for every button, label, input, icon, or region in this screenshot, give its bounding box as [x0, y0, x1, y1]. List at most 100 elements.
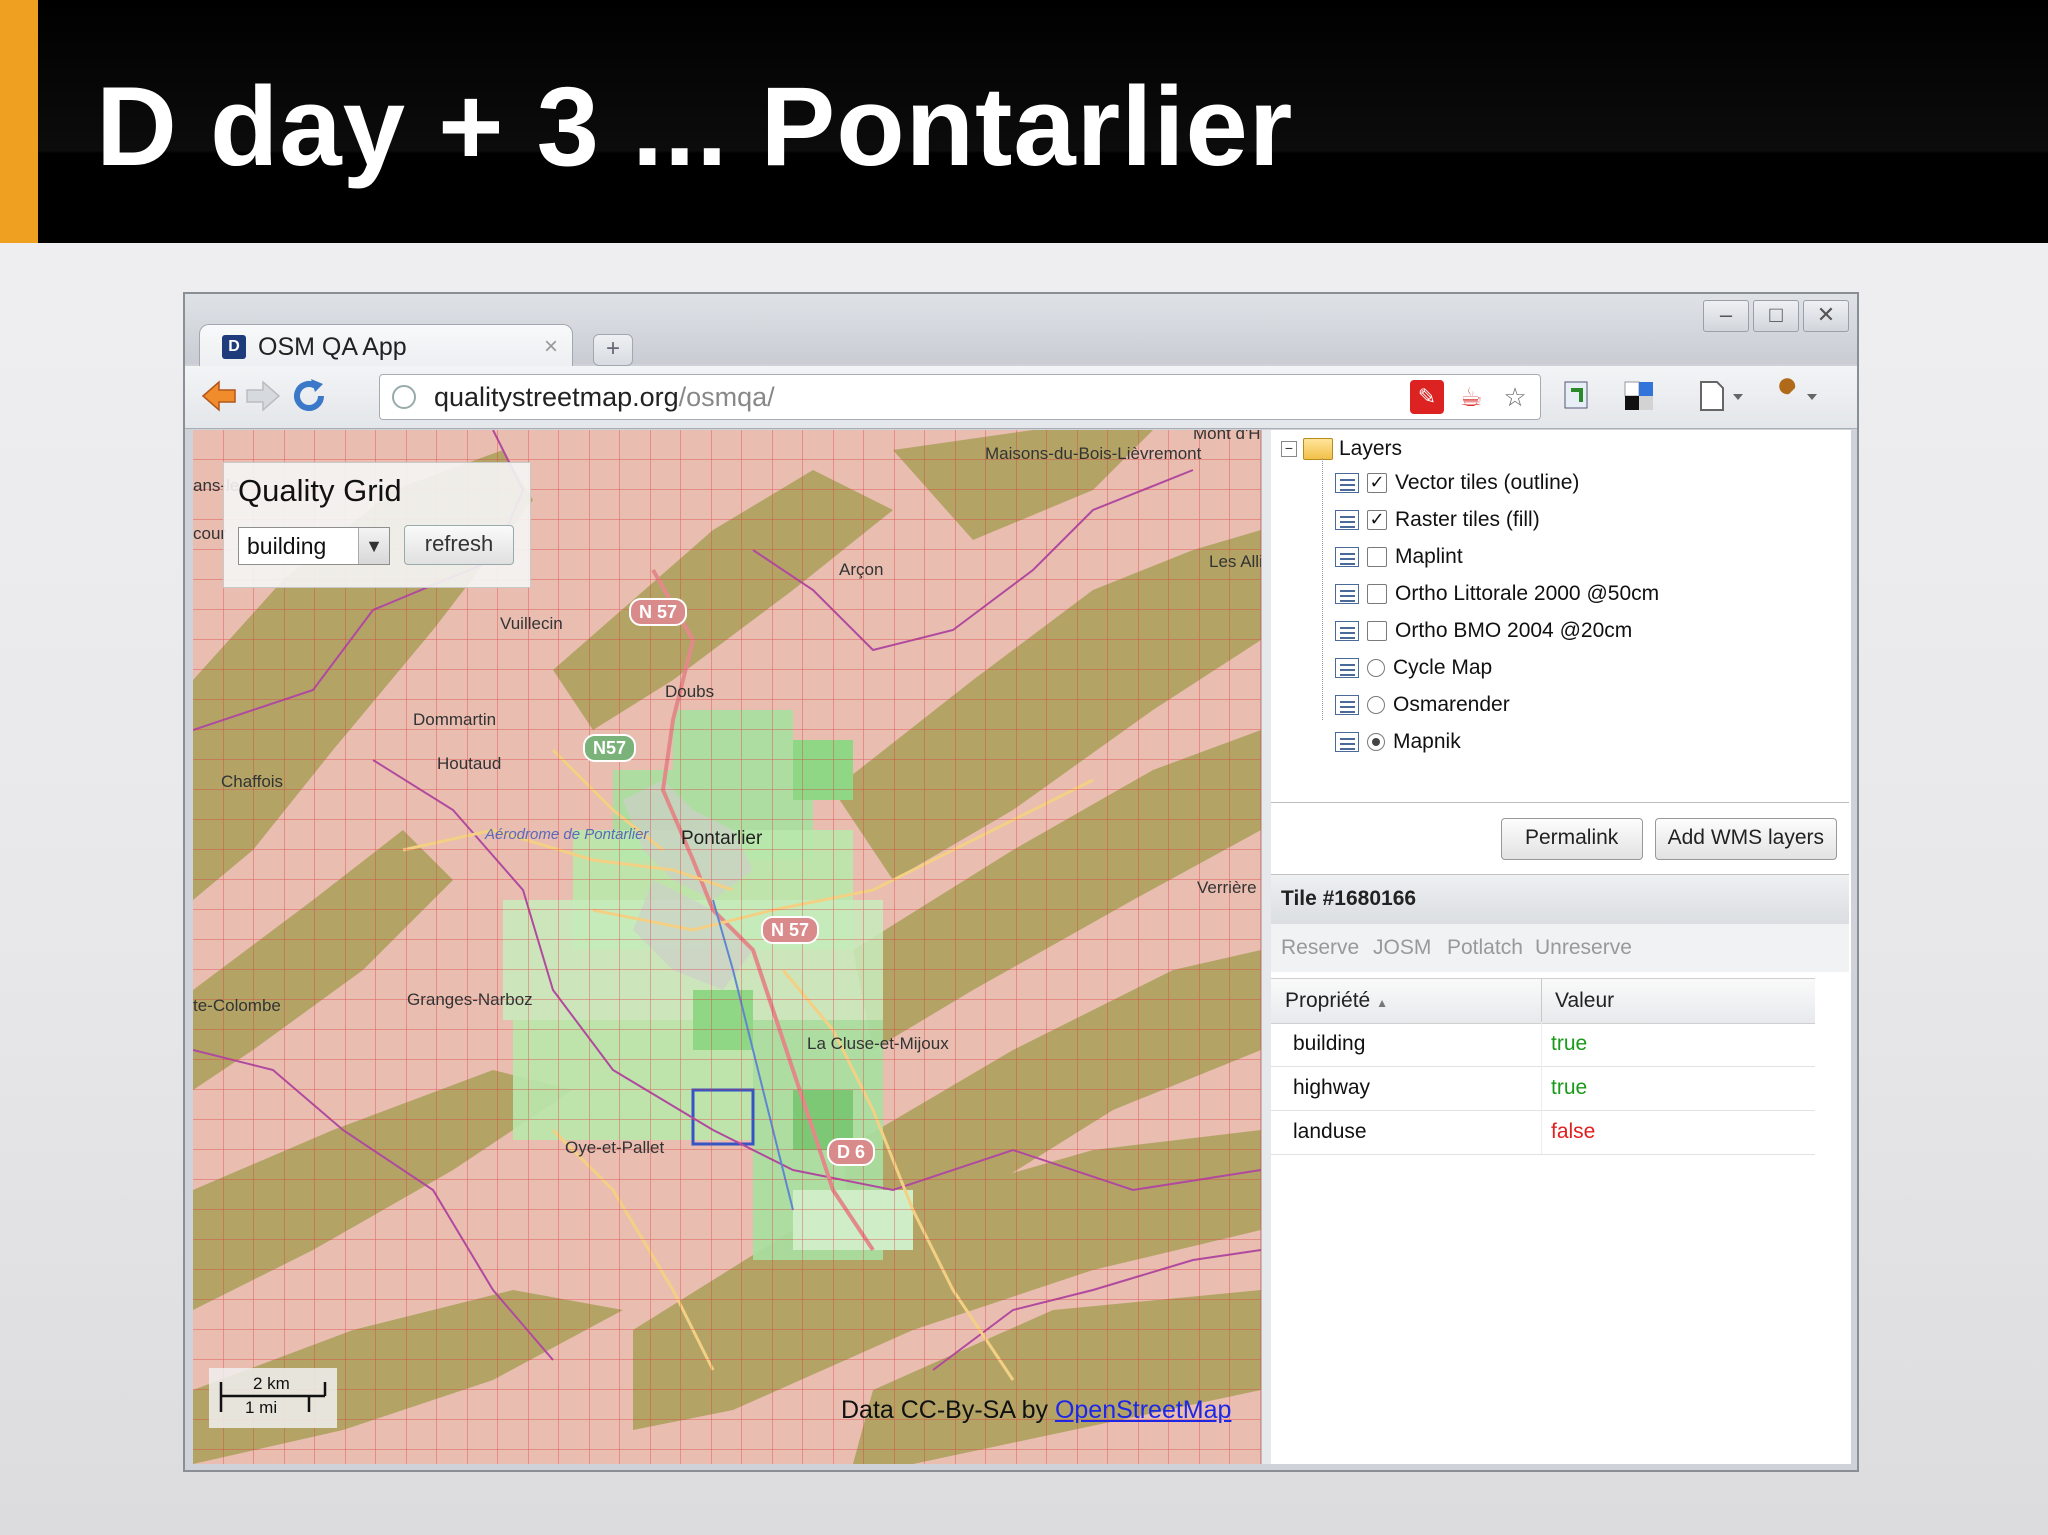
- table-row[interactable]: building true: [1271, 1022, 1815, 1067]
- map-view[interactable]: Maisons-du-Bois-Lièvremont Arçon Les All…: [193, 430, 1261, 1464]
- close-window-button[interactable]: ✕: [1803, 300, 1849, 332]
- column-header-property[interactable]: Propriété ▲: [1285, 989, 1388, 1013]
- chevron-down-icon[interactable]: ▼: [358, 528, 389, 564]
- permalink-button[interactable]: Permalink: [1500, 818, 1643, 860]
- window-controls: – □ ✕: [1703, 300, 1849, 332]
- map-label: Pontarlier: [681, 828, 763, 849]
- page-menu-icon[interactable]: [1693, 376, 1753, 416]
- map-label: Chaffois: [221, 772, 284, 791]
- layer-icon: [1335, 695, 1359, 715]
- column-header-value[interactable]: Valeur: [1555, 989, 1614, 1013]
- radio-button[interactable]: [1367, 696, 1385, 714]
- layer-item-raster-tiles[interactable]: ✓ Raster tiles (fill): [1335, 505, 1540, 535]
- layer-item-osmarender[interactable]: Osmarender: [1335, 690, 1510, 720]
- tab-close-icon[interactable]: ×: [544, 333, 558, 361]
- add-wms-layers-button[interactable]: Add WMS layers: [1654, 818, 1837, 860]
- map-label: Les Alli: [1209, 552, 1261, 571]
- property-cell: landuse: [1293, 1120, 1367, 1143]
- slide-header: D day + 3 ... Pontarlier: [0, 0, 2048, 243]
- column-divider: [1541, 979, 1542, 1023]
- layers-root[interactable]: − Layers: [1281, 434, 1402, 464]
- extension-icon[interactable]: [1557, 376, 1597, 416]
- value-cell: true: [1551, 1032, 1588, 1055]
- road-shield: N 57: [761, 916, 820, 944]
- map-label: Mont d'H: [1193, 430, 1261, 443]
- map-label: cour: [193, 524, 227, 543]
- forward-arrow-icon[interactable]: [243, 376, 283, 416]
- checkbox-checked[interactable]: ✓: [1367, 473, 1387, 493]
- road-shield: N 57: [629, 598, 688, 626]
- layer-icon: [1335, 621, 1359, 641]
- scale-km-label: 2 km: [253, 1374, 290, 1393]
- omnibox-actions: ✎ ☕ ☆: [1410, 380, 1532, 414]
- url-text: qualitystreetmap.org/osmqa/: [434, 382, 775, 412]
- josm-action[interactable]: JOSM: [1373, 936, 1431, 960]
- radio-button[interactable]: [1367, 659, 1385, 677]
- maximize-button[interactable]: □: [1753, 300, 1799, 332]
- road-shield: N57: [583, 734, 637, 762]
- tab-favicon-icon: D: [222, 335, 246, 359]
- layer-item-vector-tiles[interactable]: ✓ Vector tiles (outline): [1335, 468, 1579, 498]
- addon-icon[interactable]: ☕: [1454, 380, 1488, 414]
- layer-label: Mapnik: [1393, 730, 1461, 753]
- grid-header: Propriété ▲ Valeur: [1271, 978, 1815, 1024]
- column-divider: [1541, 1110, 1542, 1154]
- osm-link[interactable]: OpenStreetMap: [1055, 1396, 1232, 1424]
- refresh-button[interactable]: refresh: [404, 525, 514, 565]
- sort-ascending-icon: ▲: [1376, 996, 1388, 1010]
- table-row[interactable]: landuse false: [1271, 1110, 1815, 1155]
- potlatch-action[interactable]: Potlatch: [1447, 936, 1523, 960]
- map-label: Verrière: [1197, 878, 1257, 897]
- checkbox-checked[interactable]: ✓: [1367, 510, 1387, 530]
- layer-icon: [1335, 584, 1359, 604]
- map-label: Doubs: [665, 682, 715, 701]
- property-cell: building: [1293, 1032, 1366, 1055]
- map-label: Vuillecin: [500, 614, 563, 633]
- radio-button-selected[interactable]: [1367, 733, 1385, 751]
- quality-grid-title: Quality Grid: [238, 473, 402, 508]
- map-label: Arçon: [839, 560, 884, 579]
- checkbox[interactable]: [1367, 547, 1387, 567]
- layer-item-maplint[interactable]: Maplint: [1335, 542, 1463, 572]
- column-divider: [1541, 1022, 1542, 1066]
- scale-mi-label: 1 mi: [245, 1398, 278, 1417]
- property-cell: highway: [1293, 1076, 1371, 1099]
- collapse-icon[interactable]: −: [1281, 441, 1297, 457]
- layer-item-ortho-littorale[interactable]: Ortho Littorale 2000 @50cm: [1335, 579, 1659, 609]
- scale-bar: 2 km 1 mi: [209, 1368, 337, 1428]
- checkbox[interactable]: [1367, 584, 1387, 604]
- value-cell: false: [1551, 1120, 1596, 1143]
- adobe-icon[interactable]: ✎: [1410, 380, 1444, 414]
- layer-tree: − Layers ✓ Vector tiles (outline) ✓ Rast…: [1271, 430, 1849, 803]
- wrench-icon[interactable]: [1767, 376, 1827, 416]
- address-bar[interactable]: qualitystreetmap.org/osmqa/ ✎ ☕ ☆: [379, 374, 1541, 420]
- layer-item-mapnik[interactable]: Mapnik: [1335, 727, 1461, 757]
- reload-icon[interactable]: [289, 376, 329, 416]
- globe-icon: [392, 385, 416, 409]
- layer-icon: [1335, 732, 1359, 752]
- layer-item-ortho-bmo[interactable]: Ortho BMO 2004 @20cm: [1335, 616, 1632, 646]
- browser-tab[interactable]: D OSM QA App ×: [199, 324, 573, 369]
- browser-window: D OSM QA App × + – □ ✕ qualitystreetmap.…: [183, 292, 1859, 1472]
- layer-type-select[interactable]: building ▼: [238, 527, 390, 565]
- layer-item-cycle-map[interactable]: Cycle Map: [1335, 653, 1492, 683]
- checkbox[interactable]: [1367, 621, 1387, 641]
- map-label: Maisons-du-Bois-Lièvremont: [985, 444, 1202, 463]
- layer-icon: [1335, 510, 1359, 530]
- back-arrow-icon[interactable]: [199, 376, 239, 416]
- unreserve-action[interactable]: Unreserve: [1535, 936, 1632, 960]
- layer-label: Maplint: [1395, 545, 1463, 568]
- map-label: Oye-et-Pallet: [565, 1138, 665, 1157]
- delicious-icon[interactable]: [1619, 376, 1659, 416]
- minimize-button[interactable]: –: [1703, 300, 1749, 332]
- star-icon[interactable]: ☆: [1498, 380, 1532, 414]
- layers-root-label: Layers: [1339, 437, 1403, 460]
- table-row[interactable]: highway true: [1271, 1066, 1815, 1111]
- layer-label: Ortho BMO 2004 @20cm: [1395, 619, 1633, 642]
- layer-label: Vector tiles (outline): [1395, 471, 1580, 494]
- new-tab-button[interactable]: +: [593, 334, 633, 366]
- slide-accent-bar: [0, 0, 38, 243]
- reserve-action[interactable]: Reserve: [1281, 936, 1359, 960]
- folder-icon: [1303, 438, 1333, 460]
- layer-icon: [1335, 547, 1359, 567]
